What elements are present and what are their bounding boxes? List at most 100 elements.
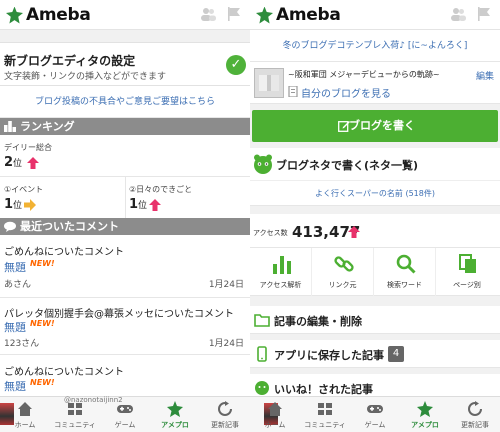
notification-flag-icon[interactable]: [226, 6, 242, 22]
tool-access-analysis[interactable]: アクセス解析: [250, 248, 312, 296]
tab-community[interactable]: コミュニティ: [50, 397, 100, 432]
ameba-logo[interactable]: Ameba: [256, 5, 341, 25]
tool-referrers[interactable]: リンク元: [312, 248, 374, 296]
menu-edit-articles[interactable]: 記事の編集・削除: [250, 306, 500, 334]
home-icon: [18, 402, 32, 416]
tab-label: コミュニティ: [304, 421, 346, 429]
comment-item[interactable]: ごめんねについたコメント 無題 NEW!: [0, 355, 250, 396]
tab-updates[interactable]: 更新記事: [200, 397, 250, 432]
refresh-icon: [218, 401, 232, 416]
blog-name[interactable]: ~阪和軍団 メジャーデビューからの軌跡~: [288, 69, 440, 80]
pencil-icon: [338, 121, 350, 132]
left-screen: Ameba 新ブログエディタの設定 文字装飾・リンクの挿入などができます ✓ ブ…: [0, 0, 250, 432]
tool-label: 検索ワード: [387, 281, 422, 289]
community-icon: [318, 403, 332, 415]
access-count-row[interactable]: アクセス数 413,477: [250, 214, 500, 248]
blog-neta-row[interactable]: ブログネタで書く(ネタ一覧): [250, 148, 500, 180]
menu-label: いいね！された記事: [274, 383, 373, 396]
daily-ranking[interactable]: デイリー総合 2位: [0, 135, 250, 176]
tool-label: リンク元: [328, 281, 357, 289]
write-blog-label: ブログを書く: [349, 119, 415, 132]
refresh-icon: [468, 401, 482, 416]
new-badge: NEW!: [30, 259, 55, 268]
analytics-tools: アクセス解析 リンク元 検索ワード ページ別: [250, 248, 500, 296]
tab-amepro[interactable]: アメプロ: [150, 397, 200, 432]
ranking-icon: [4, 121, 16, 132]
top-bar: Ameba: [250, 0, 500, 30]
comment-date: 1月24日: [208, 339, 244, 349]
tab-game[interactable]: ゲーム: [350, 397, 400, 432]
logo-text: Ameba: [276, 5, 341, 25]
ranking-heading: ランキング: [20, 120, 75, 133]
tool-by-page[interactable]: ページ別: [436, 248, 498, 296]
tab-label: ゲーム: [114, 421, 136, 429]
event-rank-value: 1位: [4, 197, 23, 212]
new-badge: NEW!: [30, 378, 55, 387]
check-icon[interactable]: ✓: [226, 55, 246, 75]
pages-icon: [459, 254, 476, 273]
rank-flat-arrow-icon: [24, 199, 36, 211]
tab-label: アメプロ: [411, 421, 439, 429]
comment-user: 123さん: [4, 339, 40, 349]
bar-chart-icon: [273, 256, 291, 274]
tab-amepro[interactable]: アメプロ: [400, 397, 450, 432]
feedback-link[interactable]: ブログ投稿の不具合やご意見ご要望はこちら: [0, 86, 250, 118]
view-blog-label: 自分のブログを見る: [301, 89, 391, 100]
tab-label: ホーム: [14, 421, 36, 429]
neta-face-icon: [254, 154, 272, 174]
ameba-logo[interactable]: Ameba: [6, 5, 91, 25]
settings-subtitle: 文字装飾・リンクの挿入などができます: [4, 72, 167, 82]
neta-label: ブログネタで書く(ネタ一覧): [276, 159, 419, 172]
gamepad-icon: [367, 405, 383, 413]
comment-item[interactable]: パレッタ個別握手会@幕張メッセについたコメント 無題 NEW! 123さん 1月…: [0, 298, 250, 354]
daily-life-rank-value: 1位: [129, 197, 148, 212]
bottom-tab-bar: ホーム コミュニティ ゲーム アメプロ 更新記事: [250, 396, 500, 432]
tab-updates[interactable]: 更新記事: [450, 397, 500, 432]
daily-rank-value: 2位: [4, 155, 23, 170]
search-icon: [396, 254, 416, 274]
tab-label: ホーム: [264, 421, 286, 429]
category-rankings: ①イベント 1位 ②日々のできごと 1位: [0, 177, 250, 218]
template-promo-link[interactable]: 冬のブログデコテンプレ入荷♪ [に~よんろく]: [250, 30, 500, 62]
link-icon: [334, 256, 354, 272]
notification-flag-icon[interactable]: [476, 6, 492, 22]
rank-up-arrow-icon: [27, 157, 39, 169]
comments-header: 最近ついたコメント: [0, 218, 250, 235]
amepro-star-icon: [167, 401, 183, 417]
settings-title: 新ブログエディタの設定: [4, 54, 136, 68]
logo-text: Ameba: [26, 5, 91, 25]
saved-count-badge: 4: [388, 346, 404, 362]
neta-topic-link[interactable]: よく行くスーパーの名前 (518件): [250, 180, 500, 206]
comment-link[interactable]: 無題: [4, 319, 26, 335]
gamepad-icon: [117, 405, 133, 413]
comment-link[interactable]: 無題: [4, 378, 26, 394]
tab-label: 更新記事: [461, 421, 489, 429]
tab-label: 更新記事: [211, 421, 239, 429]
write-blog-button[interactable]: ブログを書く: [252, 110, 498, 142]
tab-home[interactable]: ホーム: [0, 397, 50, 432]
comment-user: あさん: [4, 280, 32, 290]
view-my-blog-link[interactable]: 自分のブログを見る: [288, 85, 391, 100]
amepro-star-icon: [417, 401, 433, 417]
tab-game[interactable]: ゲーム: [100, 397, 150, 432]
community-icon: [68, 403, 82, 415]
rank-up-arrow-icon: [149, 199, 161, 211]
daily-life-rank-label: ②日々のできごと: [129, 185, 193, 194]
document-icon: [288, 86, 298, 97]
access-label: アクセス数: [253, 229, 288, 237]
tab-home[interactable]: ホーム: [250, 397, 300, 432]
friends-icon[interactable]: [450, 6, 466, 22]
edit-blog-link[interactable]: 編集: [476, 69, 494, 82]
editor-settings-card[interactable]: 新ブログエディタの設定 文字装飾・リンクの挿入などができます ✓: [0, 42, 250, 86]
tab-community[interactable]: コミュニティ: [300, 397, 350, 432]
blog-thumbnail[interactable]: [254, 68, 284, 98]
comment-link[interactable]: 無題: [4, 259, 26, 275]
access-up-arrow-icon: [348, 226, 360, 238]
tool-label: アクセス解析: [259, 281, 302, 289]
friends-icon[interactable]: [200, 6, 216, 22]
tool-search-words[interactable]: 検索ワード: [374, 248, 436, 296]
comment-item[interactable]: ごめんねについたコメント 無題 NEW! あさん 1月24日: [0, 235, 250, 297]
comment-article-title: ごめんねについたコメント: [4, 367, 124, 378]
comment-bubble-icon: [4, 221, 16, 232]
menu-saved-articles[interactable]: アプリに保存した記事 4: [250, 340, 500, 368]
